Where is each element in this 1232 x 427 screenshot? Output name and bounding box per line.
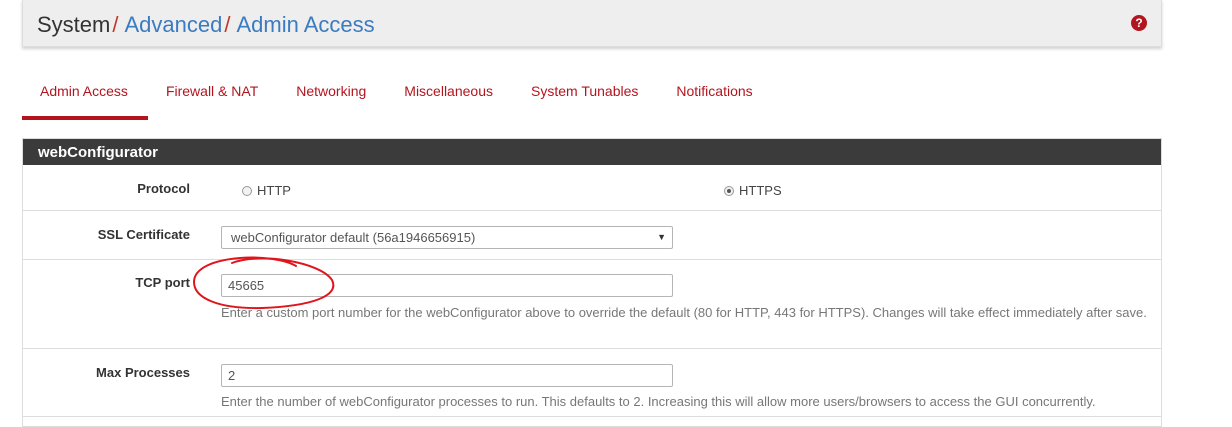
max-processes-help: Enter the number of webConfigurator proc… [221,394,1096,409]
tcp-port-row: TCP port 45665 Enter a custom port numbe… [23,260,1161,349]
radio-https-label[interactable]: HTTPS [739,183,782,198]
protocol-row: Protocol HTTP HTTPS [23,165,1161,211]
help-icon[interactable]: ? [1131,15,1147,31]
breadcrumb-advanced[interactable]: Advanced [124,12,222,37]
protocol-label: Protocol [137,181,190,196]
radio-https-button[interactable] [724,185,734,196]
tab-bar: Admin Access Firewall & NAT Networking M… [22,68,773,120]
tcp-port-label: TCP port [135,275,190,290]
tab-admin-access[interactable]: Admin Access [22,68,148,120]
breadcrumb-admin-access[interactable]: Admin Access [236,12,374,37]
tcp-port-help: Enter a custom port number for the webCo… [221,305,1147,320]
breadcrumb-system[interactable]: System [37,12,110,37]
ssl-certificate-label: SSL Certificate [97,227,190,242]
tab-system-tunables[interactable]: System Tunables [513,68,658,116]
tab-networking[interactable]: Networking [278,68,386,116]
panel-title: webConfigurator [23,139,1161,165]
radio-https[interactable]: HTTPS [724,183,782,198]
max-processes-row: Max Processes 2 Enter the number of webC… [23,349,1161,417]
max-processes-input[interactable]: 2 [221,364,673,387]
tab-miscellaneous[interactable]: Miscellaneous [386,68,513,116]
breadcrumb-separator: / [224,12,231,37]
breadcrumb-separator: / [112,12,119,37]
max-processes-label: Max Processes [96,365,190,380]
radio-http-label[interactable]: HTTP [257,183,291,198]
breadcrumb: System/Advanced/Admin Access [37,12,375,38]
ssl-certificate-row: SSL Certificate webConfigurator default … [23,211,1161,260]
chevron-down-icon: ▼ [657,232,666,242]
radio-http-button[interactable] [242,185,252,196]
webconfigurator-panel: webConfigurator Protocol HTTP HTTPS SSL … [22,138,1162,427]
ssl-certificate-value: webConfigurator default (56a1946656915) [231,230,476,245]
tcp-port-input[interactable]: 45665 [221,274,673,297]
tab-firewall-nat[interactable]: Firewall & NAT [148,68,278,116]
tab-notifications[interactable]: Notifications [658,68,772,116]
page-header: System/Advanced/Admin Access ? [22,0,1162,47]
radio-http[interactable]: HTTP [242,183,291,198]
ssl-certificate-select[interactable]: webConfigurator default (56a1946656915) … [221,226,673,249]
